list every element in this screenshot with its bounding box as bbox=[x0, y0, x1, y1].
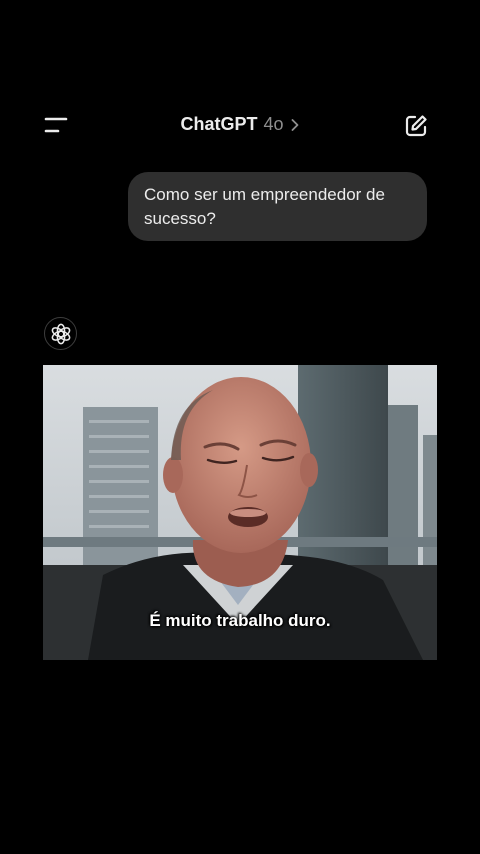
assistant-avatar bbox=[44, 317, 77, 350]
user-message-text: Como ser um empreendedor de sucesso? bbox=[144, 185, 385, 228]
menu-icon bbox=[44, 117, 68, 133]
video-player[interactable]: É muito trabalho duro. bbox=[43, 365, 437, 660]
model-name: 4o bbox=[263, 114, 284, 134]
new-chat-icon bbox=[405, 115, 427, 137]
chat-header: ChatGPT 4o bbox=[0, 100, 480, 150]
app-title: ChatGPT bbox=[180, 114, 258, 134]
chevron-right-icon bbox=[291, 118, 299, 131]
openai-logo-icon bbox=[51, 323, 70, 344]
new-chat-button[interactable] bbox=[402, 112, 430, 140]
sidebar-menu-button[interactable] bbox=[38, 112, 74, 138]
user-message-bubble: Como ser um empreendedor de sucesso? bbox=[128, 172, 427, 241]
video-caption: É muito trabalho duro. bbox=[149, 611, 331, 630]
model-selector[interactable]: ChatGPT 4o bbox=[180, 114, 299, 135]
